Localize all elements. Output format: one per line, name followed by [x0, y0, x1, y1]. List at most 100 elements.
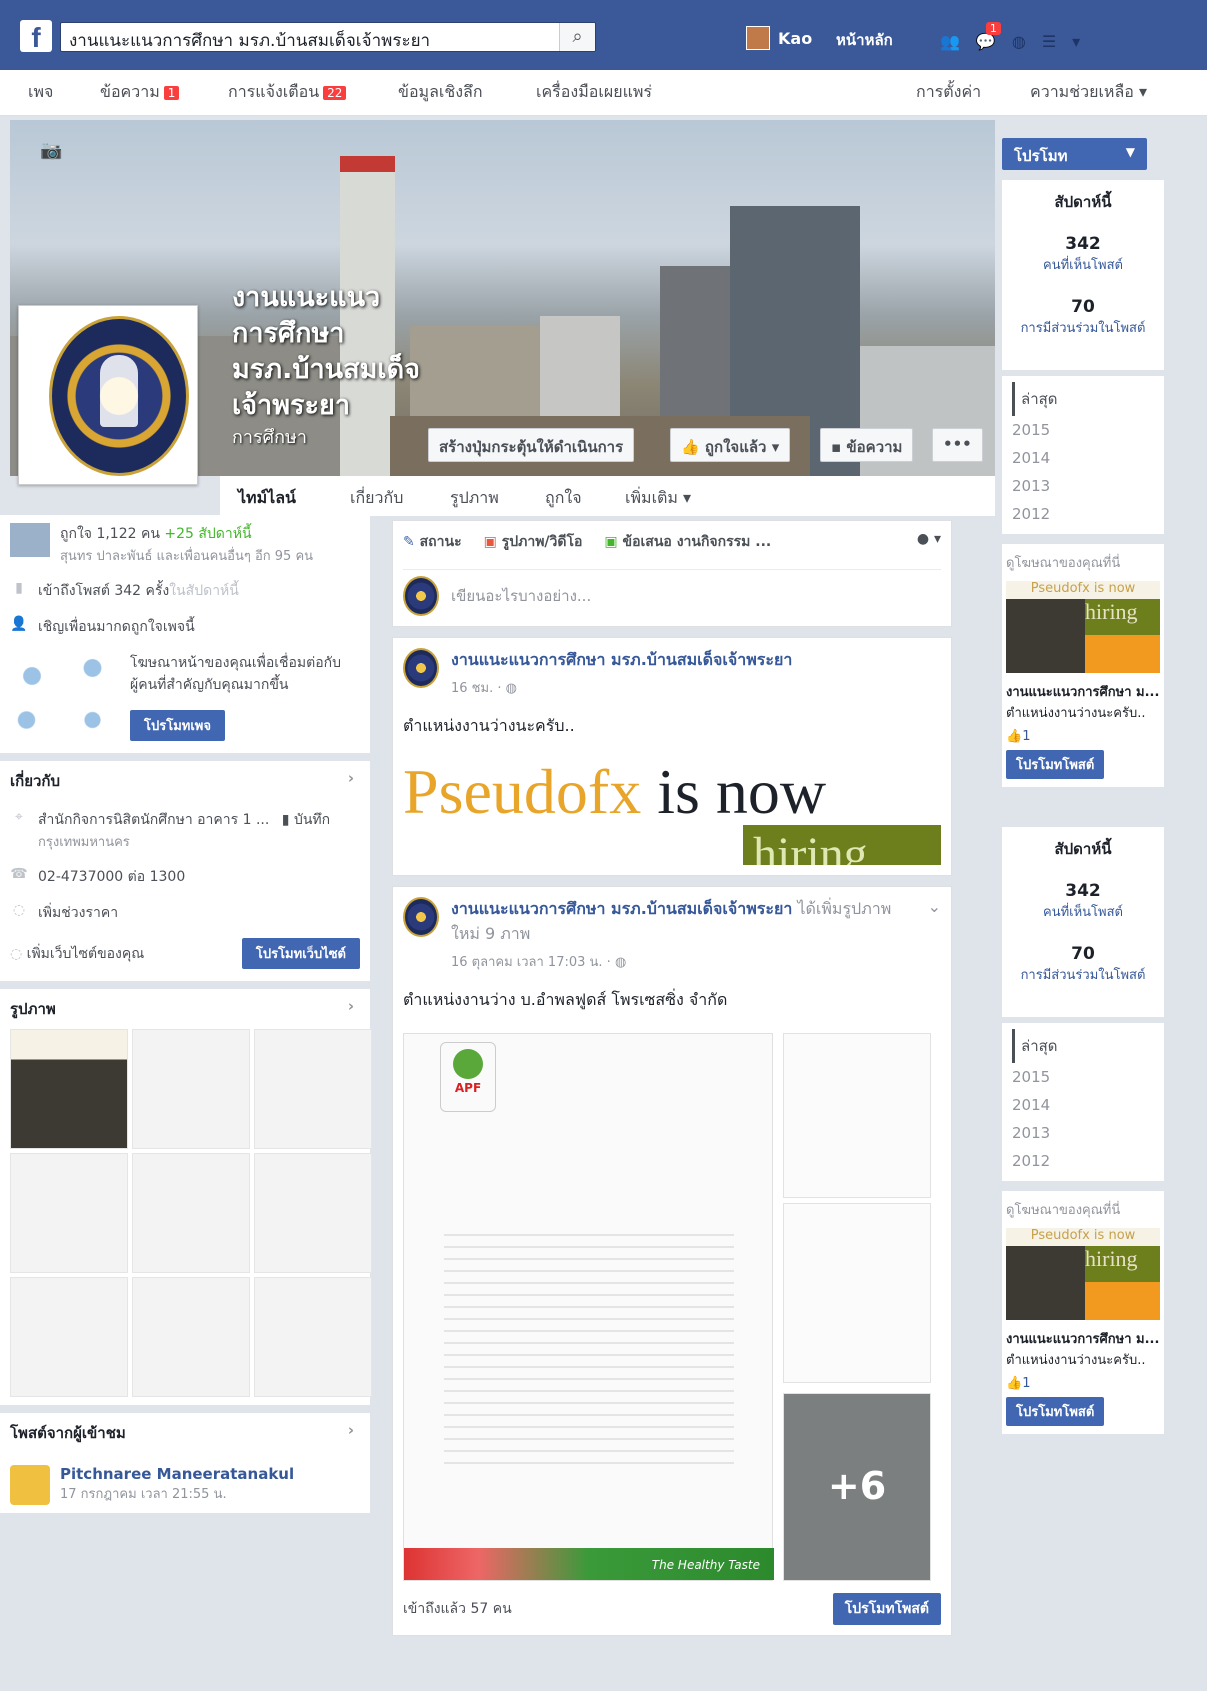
- visitor-name[interactable]: Pitchnaree Maneeratanakul: [60, 1465, 294, 1483]
- year-2015[interactable]: 2015: [1012, 1063, 1154, 1091]
- reach-text[interactable]: เข้าถึงโพสต์ 342 ครั้ง: [38, 583, 169, 599]
- nav-notifications[interactable]: การแจ้งเตือน 22: [228, 80, 347, 105]
- add-price-range-link[interactable]: เพิ่มช่วงราคา: [38, 902, 118, 924]
- year-2014[interactable]: 2014: [1012, 1091, 1154, 1119]
- create-cta-button[interactable]: สร้างปุ่มกระตุ้นให้ดำเนินการ: [428, 428, 635, 462]
- promote-post-button[interactable]: โปรโมทโพสต์: [1006, 750, 1105, 779]
- notifications-badge: 22: [323, 85, 347, 100]
- location-icon: ⌖: [15, 809, 23, 825]
- nav-publishing-tools[interactable]: เครื่องมือเผยแพร่: [536, 80, 652, 105]
- likes-count[interactable]: ถูกใจ 1,122 คน: [60, 526, 160, 542]
- reach-label[interactable]: คนที่เห็นโพสต์: [1008, 254, 1158, 275]
- post-photo-thumbnail[interactable]: [783, 1203, 931, 1383]
- nav-insights[interactable]: ข้อมูลเชิงลึก: [398, 80, 483, 105]
- post-options-icon[interactable]: ⌄: [928, 897, 941, 972]
- composer-input[interactable]: เขียนอะไรบางอย่าง...: [451, 584, 591, 608]
- promote-post-button[interactable]: โปรโมทโพสต์: [1006, 1397, 1105, 1426]
- promote-page-button[interactable]: โปรโมทเพจ: [130, 710, 225, 741]
- home-link[interactable]: หน้าหลัก: [836, 28, 893, 52]
- engagement-label[interactable]: การมีส่วนร่วมในโพสต์: [1008, 317, 1158, 338]
- about-header[interactable]: เกี่ยวกับ ›: [10, 769, 360, 793]
- nav-settings[interactable]: การตั้งค่า: [916, 80, 981, 105]
- post-time[interactable]: 16 ชม. · ◍: [451, 677, 792, 698]
- audience-selector-icon[interactable]: ● ▾: [917, 531, 941, 553]
- post-reach[interactable]: เข้าถึงแล้ว 57 คน: [403, 1598, 512, 1620]
- year-2013[interactable]: 2013: [1012, 1119, 1154, 1147]
- year-2012[interactable]: 2012: [1012, 1147, 1154, 1175]
- nav-page[interactable]: เพจ: [28, 80, 53, 105]
- user-profile-link[interactable]: Kao: [746, 26, 812, 50]
- photo-thumbnail[interactable]: [10, 1277, 128, 1397]
- year-2012[interactable]: 2012: [1012, 500, 1154, 528]
- year-2014[interactable]: 2014: [1012, 444, 1154, 472]
- reach-label[interactable]: คนที่เห็นโพสต์: [1008, 901, 1158, 922]
- camera-icon[interactable]: 📷: [40, 140, 62, 161]
- photo-thumbnail[interactable]: [132, 1029, 250, 1149]
- profile-picture[interactable]: [18, 305, 198, 485]
- photo-thumbnail[interactable]: [132, 1277, 250, 1397]
- privacy-shortcuts-icon[interactable]: ☰: [1042, 32, 1056, 51]
- nav-messages[interactable]: ข้อความ 1: [100, 80, 180, 105]
- post-photo-main[interactable]: APF The Healthy Taste: [403, 1033, 774, 1581]
- post-time[interactable]: 16 ตุลาคม เวลา 17:03 น. · ◍: [451, 951, 916, 972]
- promote-post-button[interactable]: โปรโมทโพสต์: [832, 1593, 941, 1625]
- ad-image[interactable]: Pseudofx is now hiring: [1006, 1228, 1160, 1320]
- visitor-posts-header[interactable]: โพสต์จากผู้เข้าชม ›: [10, 1421, 360, 1445]
- post-composer: ✎ สถานะ ▣ รูปภาพ/วิดีโอ ▣ ข้อเสนอ งานกิจ…: [392, 520, 952, 627]
- friend-requests-icon[interactable]: 👥: [940, 32, 960, 51]
- photo-thumbnail[interactable]: [254, 1153, 372, 1273]
- globe-icon[interactable]: ◍: [1012, 32, 1026, 51]
- ad-title[interactable]: งานแนะแนวการศึกษา ม...: [1006, 681, 1160, 702]
- messages-badge: 1: [163, 85, 180, 100]
- photo-thumbnail[interactable]: [254, 1029, 372, 1149]
- right-column: โปรโมท ▼ สัปดาห์นี้ 342 คนที่เห็นโพสต์ 70…: [1002, 138, 1164, 1434]
- liked-button[interactable]: 👍 ถูกใจแล้ว ▾: [670, 428, 791, 462]
- visitor-time[interactable]: 17 กรกฎาคม เวลา 21:55 น.: [60, 1483, 294, 1504]
- address-note[interactable]: ▮ บันทึก: [282, 812, 330, 828]
- nav-help[interactable]: ความช่วยเหลือ ▾: [1030, 80, 1147, 105]
- year-2015[interactable]: 2015: [1012, 416, 1154, 444]
- tab-photos[interactable]: รูปภาพ: [450, 486, 499, 511]
- page-title: งานแนะแนวการศึกษา มรภ.บ้านสมเด็จเจ้าพระย…: [232, 282, 420, 421]
- invite-friends-link[interactable]: เชิญเพื่อนมากดถูกใจเพจนี้: [38, 616, 195, 638]
- page-category: การศึกษา: [232, 427, 307, 448]
- post-author[interactable]: งานแนะแนวการศึกษา มรภ.บ้านสมเด็จเจ้าพระย…: [451, 648, 792, 673]
- add-website-link[interactable]: เพิ่มเว็บไซต์ของคุณ: [27, 946, 145, 962]
- search-icon[interactable]: ⌕: [559, 23, 595, 51]
- year-2013[interactable]: 2013: [1012, 472, 1154, 500]
- more-options-button[interactable]: •••: [932, 428, 983, 462]
- tab-about[interactable]: เกี่ยวกับ: [350, 486, 403, 511]
- promote-button[interactable]: โปรโมท ▼: [1002, 138, 1147, 170]
- tab-likes[interactable]: ถูกใจ: [545, 486, 582, 511]
- avatar[interactable]: [403, 648, 439, 688]
- year-latest[interactable]: ล่าสุด: [1012, 1029, 1154, 1063]
- year-latest[interactable]: ล่าสุด: [1012, 382, 1154, 416]
- search-value: งานแนะแนวการศึกษา มรภ.บ้านสมเด็จเจ้าพระย…: [69, 31, 431, 51]
- photo-video-option[interactable]: ▣ รูปภาพ/วิดีโอ: [484, 531, 583, 553]
- photo-thumbnail[interactable]: [254, 1277, 372, 1397]
- ad-title[interactable]: งานแนะแนวการศึกษา ม...: [1006, 1328, 1160, 1349]
- avatar[interactable]: [10, 1465, 50, 1505]
- facebook-logo[interactable]: f: [20, 20, 52, 52]
- photo-thumbnail[interactable]: [10, 1153, 128, 1273]
- photo-thumbnail[interactable]: [10, 1029, 128, 1149]
- post-author[interactable]: งานแนะแนวการศึกษา มรภ.บ้านสมเด็จเจ้าพระย…: [451, 899, 792, 918]
- tab-more[interactable]: เพิ่มเติม ▾: [625, 486, 691, 511]
- avatar[interactable]: [403, 897, 439, 937]
- search-input[interactable]: งานแนะแนวการศึกษา มรภ.บ้านสมเด็จเจ้าพระย…: [60, 22, 596, 52]
- status-option[interactable]: ✎ สถานะ: [403, 531, 462, 553]
- page-admin-nav: เพจ ข้อความ 1 การแจ้งเตือน 22 ข้อมูลเชิงลึ…: [0, 70, 1207, 116]
- more-photos-overlay[interactable]: +6: [783, 1393, 931, 1581]
- photos-header[interactable]: รูปภาพ ›: [10, 997, 360, 1021]
- messages-icon[interactable]: 💬 1: [976, 22, 1001, 51]
- post-image[interactable]: Pseudofx is now hiring: [403, 755, 941, 865]
- promote-website-button[interactable]: โปรโมทเว็บไซต์: [241, 938, 360, 969]
- account-menu-icon[interactable]: ▾: [1072, 32, 1080, 51]
- message-button[interactable]: ▪ ข้อความ: [820, 428, 914, 462]
- post-photo-thumbnail[interactable]: [783, 1033, 931, 1198]
- ad-image[interactable]: Pseudofx is now hiring: [1006, 581, 1160, 673]
- chevron-right-icon: ›: [347, 1421, 354, 1439]
- engagement-label[interactable]: การมีส่วนร่วมในโพสต์: [1008, 964, 1158, 985]
- offer-event-option[interactable]: ▣ ข้อเสนอ งานกิจกรรม ...: [604, 531, 771, 553]
- photo-thumbnail[interactable]: [132, 1153, 250, 1273]
